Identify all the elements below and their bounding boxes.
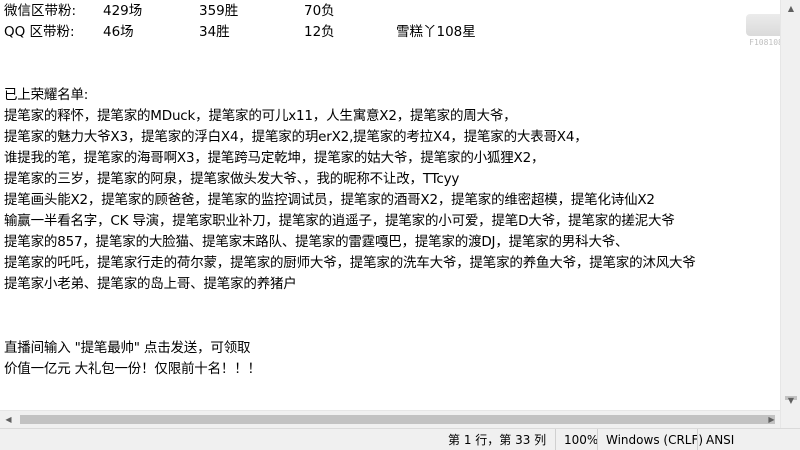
qq-games: 46场 bbox=[103, 24, 134, 40]
honor-line: 提笔家的857，提笔家的大脸猫、提笔家末路队、提笔家的雷霆嘎巴，提笔家的渡DJ，… bbox=[4, 234, 629, 250]
status-bar: 第 1 行，第 33 列 100% Windows (CRLF) ANSI bbox=[0, 428, 800, 450]
qq-losses: 12负 bbox=[304, 24, 335, 40]
zoom-level: 100% bbox=[555, 429, 598, 450]
encoding: ANSI bbox=[697, 429, 734, 450]
honor-line: 输赢一半看名字，CK 导演，提笔家职业补刀，提笔家的逍遥子，提笔家的小可爱，提笔… bbox=[4, 213, 675, 229]
qq-wins: 34胜 bbox=[199, 24, 230, 40]
honor-line: 提笔家的吒吒，提笔家行走的荷尔蒙，提笔家的厨师大爷，提笔家的洗车大爷，提笔家的养… bbox=[4, 255, 696, 271]
text-editor-area[interactable]: 微信区带粉: 429场 359胜 70负 QQ 区带粉: 46场 34胜 12负… bbox=[0, 0, 780, 428]
scroll-left-arrow-icon[interactable]: ◀ bbox=[0, 411, 17, 428]
vertical-scrollbar[interactable]: ▲ ▼ bbox=[780, 0, 800, 428]
wechat-games: 429场 bbox=[103, 3, 143, 19]
honor-line: 提笔画头能X2，提笔家的顾爸爸，提笔家的监控调试员，提笔家的酒哥X2，提笔家的维… bbox=[4, 192, 655, 208]
wechat-wins: 359胜 bbox=[199, 3, 239, 19]
horizontal-scroll-thumb[interactable] bbox=[20, 415, 775, 424]
wechat-losses: 70负 bbox=[304, 3, 335, 19]
cursor-position: 第 1 行，第 33 列 bbox=[448, 433, 547, 447]
scroll-up-arrow-icon[interactable]: ▲ bbox=[781, 0, 800, 17]
honor-line: 提笔家的释怀，提笔家的MDuck，提笔家的可儿x11，人生寓意X2，提笔家的周大… bbox=[4, 108, 517, 124]
qq-tag: 雪糕丫108星 bbox=[396, 24, 476, 40]
scroll-down-arrow-icon[interactable]: ▼ bbox=[781, 392, 800, 409]
scroll-right-arrow-icon[interactable]: ▶ bbox=[763, 411, 780, 428]
promo-line-2: 价值一亿元 大礼包一份！仅限前十名！！！ bbox=[4, 361, 261, 377]
qq-label: QQ 区带粉: bbox=[4, 24, 75, 40]
honor-title: 已上荣耀名单: bbox=[4, 87, 89, 103]
honor-line: 提笔家的三岁，提笔家的阿泉，提笔家做头发大爷、，我的昵称不让改，TTcyy bbox=[4, 171, 460, 187]
horizontal-scrollbar[interactable]: ◀ ▶ bbox=[0, 410, 780, 428]
wechat-label: 微信区带粉: bbox=[4, 3, 77, 19]
honor-line: 谁提我的笔，提笔家的海哥啊X3，提笔跨马定乾坤，提笔家的姑大爷，提笔家的小狐狸X… bbox=[4, 150, 545, 166]
honor-line: 提笔家小老弟、提笔家的岛上哥、提笔家的养猪户 bbox=[4, 276, 297, 292]
promo-line-1: 直播间输入 "提笔最帅" 点击发送，可领取 bbox=[4, 340, 251, 356]
line-ending: Windows (CRLF) bbox=[597, 429, 703, 450]
honor-line: 提笔家的魅力大爷X3，提笔家的浮白X4，提笔家的玥erX2,提笔家的考拉X4，提… bbox=[4, 129, 588, 145]
